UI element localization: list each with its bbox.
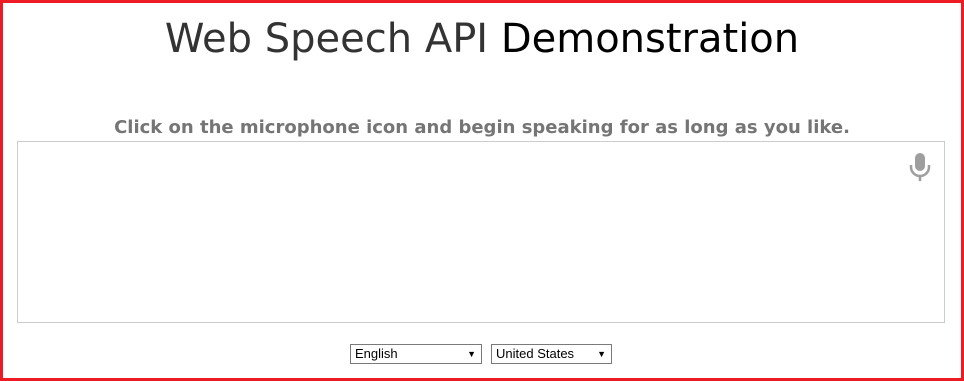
dialect-select-value: United States — [496, 346, 575, 361]
title-text: Web Speech API — [164, 16, 501, 62]
start-speech-button[interactable] — [908, 152, 932, 184]
transcript-results-box[interactable] — [17, 141, 945, 323]
language-controls: English ▼ United States ▼ — [350, 344, 620, 364]
page-frame: Web Speech API Demonstration Click on th… — [0, 0, 964, 381]
dropdown-arrow-icon: ▼ — [597, 349, 606, 359]
language-select[interactable]: English ▼ — [350, 344, 482, 364]
dialect-select[interactable]: United States ▼ — [491, 344, 612, 364]
title-emphasis-text: Demonstration — [500, 16, 800, 62]
dropdown-arrow-icon: ▼ — [467, 349, 476, 359]
page-title: Web Speech API Demonstration — [3, 13, 961, 65]
instructions-text: Click on the microphone icon and begin s… — [114, 117, 850, 138]
language-select-value: English — [355, 346, 398, 361]
microphone-icon — [909, 153, 931, 181]
